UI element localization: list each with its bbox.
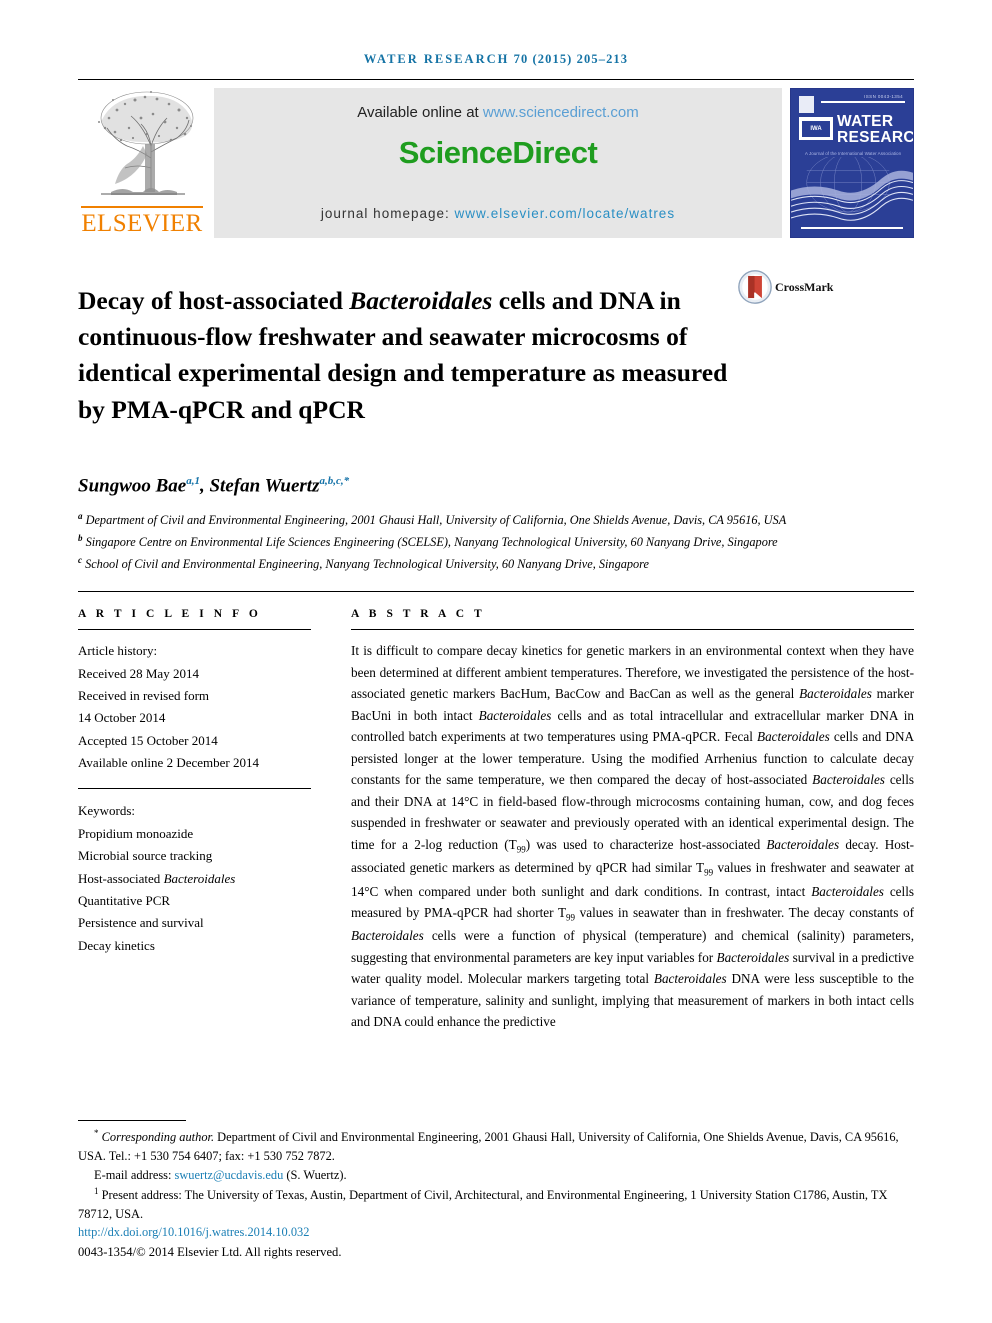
available-online-label: Available online at: [357, 104, 483, 121]
running-head-citation: 70 (2015) 205–213: [513, 52, 629, 66]
article-info-heading: A R T I C L E I N F O: [78, 608, 262, 621]
article-history-label: Article history:: [78, 643, 158, 659]
history-item: Available online 2 December 2014: [78, 755, 259, 771]
header-divider: [78, 79, 914, 80]
affiliation-marker-a: a: [78, 511, 83, 522]
cover-title: WATER RESEARCH: [837, 113, 914, 147]
keyword-item: Propidium monoazide: [78, 825, 194, 841]
article-info-column: A R T I C L E I N F O Article history: R…: [78, 608, 311, 957]
title-segment-1: Decay of host-associated: [78, 286, 350, 316]
history-item: Received 28 May 2014: [78, 665, 199, 681]
present-address-text: Present address: The University of Texas…: [78, 1187, 888, 1221]
keyword-item: Decay kinetics: [78, 937, 155, 953]
history-item: Received in revised form: [78, 688, 210, 704]
history-item: Accepted 15 October 2014: [78, 732, 218, 748]
authors-divider: [78, 591, 914, 593]
doi-link[interactable]: http://dx.doi.org/10.1016/j.watres.2014.…: [78, 1223, 914, 1242]
keyword-item: Microbial source tracking: [78, 848, 213, 864]
keywords-list: Propidium monoazide Microbial source tra…: [78, 823, 311, 957]
page-title: Decay of host-associated Bacteroidales c…: [78, 283, 738, 428]
cover-issn: ISSN 0043-1354: [864, 94, 903, 99]
abstract-heading: A B S T R A C T: [351, 608, 486, 621]
elsevier-wordmark: ELSEVIER: [81, 206, 203, 236]
cover-title-line1: WATER: [837, 113, 894, 130]
journal-article-first-page: WATER RESEARCH 70 (2015) 205–213 ELSEVIE…: [0, 0, 992, 1323]
journal-homepage-line: journal homepage: www.elsevier.com/locat…: [214, 206, 782, 221]
affiliation-c: c School of Civil and Environmental Engi…: [78, 553, 914, 575]
iwa-logo: IWA: [799, 117, 833, 140]
article-info-rule: [78, 629, 311, 631]
abstract-column: A B S T R A C T It is difficult to compa…: [351, 608, 914, 1033]
affiliation-list: a Department of Civil and Environmental …: [78, 509, 914, 575]
info-abstract-columns: A R T I C L E I N F O Article history: R…: [78, 608, 914, 1033]
sciencedirect-link[interactable]: www.sciencedirect.com: [483, 104, 639, 121]
author-name-2: Stefan Wuertz: [209, 475, 320, 497]
affiliation-text-b: Singapore Centre on Environmental Life S…: [85, 535, 778, 550]
corresponding-author-note: * Corresponding author. Department of Ci…: [78, 1127, 914, 1166]
elsevier-tree-icon: [98, 91, 194, 195]
copyright-line: 0043-1354/© 2014 Elsevier Ltd. All right…: [78, 1245, 342, 1260]
keywords-rule: [78, 788, 311, 790]
available-online-line: Available online at www.sciencedirect.co…: [357, 104, 639, 121]
crossmark-badge[interactable]: CrossMark: [738, 270, 840, 304]
author-list: Sungwoo Baea,1, Stefan Wuertza,b,c,*: [78, 475, 914, 497]
journal-homepage-label: journal homepage:: [320, 206, 455, 221]
email-label: E-mail address:: [94, 1167, 175, 1182]
title-italic-taxon: Bacteroidales: [349, 286, 493, 316]
affiliation-text-c: School of Civil and Environmental Engine…: [85, 557, 649, 572]
crossmark-label: CrossMark: [775, 279, 834, 294]
running-head: WATER RESEARCH 70 (2015) 205–213: [0, 0, 992, 67]
cover-logo-box: [799, 96, 814, 113]
journal-homepage-link[interactable]: www.elsevier.com/locate/watres: [455, 206, 676, 221]
affiliation-marker-b: b: [78, 533, 83, 544]
cover-subtitle: A Journal of the International Water Ass…: [804, 151, 902, 156]
cover-wave-graphic: [791, 157, 913, 221]
footnote-block: * Corresponding author. Department of Ci…: [78, 1120, 914, 1262]
author-sup-2: a,b,c,*: [319, 474, 350, 487]
corresponding-marker: *: [94, 1128, 99, 1138]
present-address-note: 1 Present address: The University of Tex…: [78, 1185, 914, 1224]
keyword-item: Host-associated Bacteroidales: [78, 870, 236, 886]
email-suffix: (S. Wuertz).: [283, 1167, 347, 1182]
title-area: Decay of host-associated Bacteroidales c…: [78, 266, 914, 445]
sciencedirect-wordmark: ScienceDirect: [398, 135, 598, 170]
author-sup-1: a,1: [186, 474, 200, 487]
corresponding-author-label: Corresponding author.: [101, 1130, 215, 1145]
email-link[interactable]: swuertz@ucdavis.edu: [175, 1168, 284, 1182]
article-history-list: Received 28 May 2014 Received in revised…: [78, 663, 311, 775]
affiliation-marker-c: c: [78, 555, 82, 566]
affiliation-text-a: Department of Civil and Environmental En…: [85, 513, 787, 528]
masthead: ELSEVIER Available online at www.science…: [78, 88, 914, 238]
crossmark-icon: [738, 270, 772, 304]
footnote-divider: [78, 1120, 186, 1121]
abstract-text: It is difficult to compare decay kinetic…: [351, 643, 915, 1030]
cover-title-line2: RESEARCH: [837, 129, 914, 147]
abstract-rule: [351, 629, 914, 631]
iwa-logo-label: IWA: [802, 120, 830, 137]
email-note: E-mail address: swuertz@ucdavis.edu (S. …: [78, 1166, 914, 1185]
cover-top-rule: [821, 101, 905, 103]
elsevier-logo: ELSEVIER: [78, 88, 206, 238]
affiliation-a: a Department of Civil and Environmental …: [78, 509, 914, 531]
journal-cover-thumbnail: ISSN 0043-1354 IWA WATER RESEARCH A Jour…: [790, 88, 914, 238]
keywords-label: Keywords:: [78, 803, 136, 819]
affiliation-b: b Singapore Centre on Environmental Life…: [78, 531, 914, 553]
cover-bottom-rule: [801, 227, 903, 229]
keyword-item: Persistence and survival: [78, 915, 204, 931]
author-name-1: Sungwoo Bae: [78, 475, 187, 497]
history-item: 14 October 2014: [78, 710, 166, 726]
keyword-item: Quantitative PCR: [78, 892, 171, 908]
sciencedirect-banner: Available online at www.sciencedirect.co…: [214, 88, 782, 238]
running-head-journal: WATER RESEARCH: [363, 52, 510, 66]
